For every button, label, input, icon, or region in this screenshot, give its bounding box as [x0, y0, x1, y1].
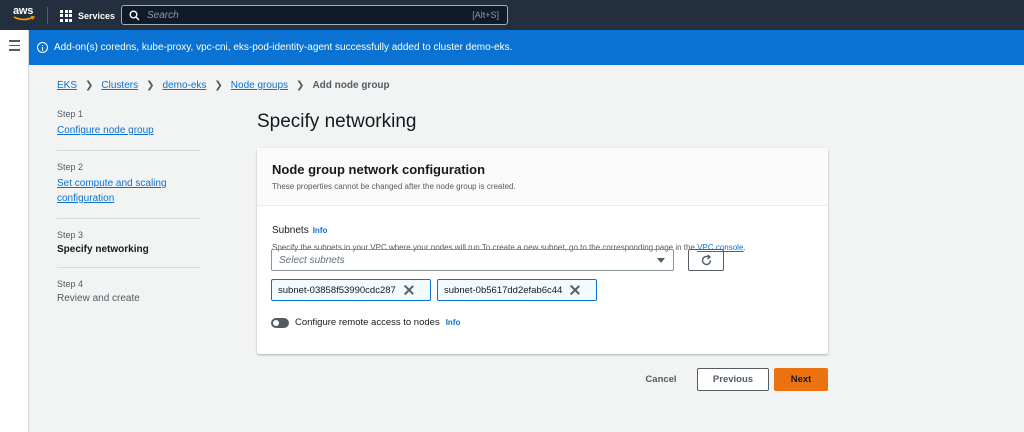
grid-icon [60, 9, 72, 22]
remote-access-label: Configure remote access to nodes [295, 317, 440, 328]
description-period: . [743, 243, 746, 252]
subnets-info-link[interactable]: Info [313, 226, 328, 235]
top-navigation: aws Services Search [Alt+S] [0, 0, 1024, 30]
cancel-button[interactable]: Cancel [636, 370, 686, 390]
aws-smile-icon [13, 16, 35, 21]
panel-header: Node group network configuration These p… [257, 148, 828, 206]
refresh-icon [701, 254, 712, 266]
breadcrumb-demo-eks[interactable]: demo-eks [162, 80, 206, 91]
success-flash-banner: Add-on(s) coredns, kube-proxy, vpc-cni, … [29, 30, 1024, 65]
chevron-right-icon: ❯ [85, 80, 94, 91]
breadcrumb-eks[interactable]: EKS [57, 80, 77, 91]
panel-title: Node group network configuration [272, 162, 486, 177]
next-button[interactable]: Next [774, 368, 828, 391]
step-label-review-create: Review and create [57, 293, 140, 304]
breadcrumb: EKS ❯ Clusters ❯ demo-eks ❯ Node groups … [57, 80, 390, 91]
menu-icon[interactable] [9, 40, 20, 54]
search-input[interactable]: Search [Alt+S] [121, 5, 508, 25]
close-icon[interactable] [570, 285, 580, 295]
remote-access-info-link[interactable]: Info [446, 318, 461, 327]
step-number: Step 2 [57, 162, 84, 172]
subnets-select-placeholder: Select subnets [279, 255, 345, 266]
breadcrumb-clusters[interactable]: Clusters [101, 80, 138, 91]
search-icon [129, 10, 140, 21]
side-navigation-strip [0, 30, 29, 432]
wizard-steps: Step 1 Configure node group Step 2 Set c… [57, 109, 200, 327]
step-number: Step 3 [57, 230, 84, 240]
search-placeholder: Search [147, 10, 179, 21]
breadcrumb-current: Add node group [312, 80, 390, 91]
breadcrumb-node-groups[interactable]: Node groups [231, 80, 288, 91]
panel-description: These properties cannot be changed after… [272, 182, 516, 191]
caret-down-icon [657, 258, 665, 263]
nav-divider [47, 7, 48, 24]
panel-body: Subnets Info Specify the subnets in your … [257, 206, 828, 328]
step-link-configure-node-group[interactable]: Configure node group [57, 123, 200, 138]
subnet-token: subnet-0b5617dd2efab6c44 [437, 279, 597, 301]
wizard-step-4: Step 4 Review and create [57, 279, 200, 316]
services-menu-button[interactable]: Services [60, 8, 115, 23]
network-config-panel: Node group network configuration These p… [257, 148, 828, 354]
previous-button[interactable]: Previous [697, 368, 769, 391]
info-icon [37, 42, 48, 53]
chevron-right-icon: ❯ [146, 80, 155, 91]
remote-access-row: Configure remote access to nodes Info [271, 317, 460, 328]
step-link-compute-scaling[interactable]: Set compute and scaling configuration [57, 176, 200, 206]
services-label: Services [78, 10, 116, 21]
close-icon[interactable] [404, 285, 414, 295]
aws-logo[interactable]: aws [13, 5, 37, 25]
wizard-step-1: Step 1 Configure node group [57, 109, 200, 151]
subnets-select[interactable]: Select subnets [271, 249, 674, 271]
wizard-step-2: Step 2 Set compute and scaling configura… [57, 162, 200, 219]
step-current-specify-networking: Specify networking [57, 244, 149, 255]
search-shortcut: [Alt+S] [472, 10, 499, 20]
refresh-button[interactable] [688, 249, 724, 271]
step-number: Step 4 [57, 279, 84, 289]
wizard-step-3: Step 3 Specify networking [57, 230, 200, 268]
page-title: Specify networking [257, 111, 417, 132]
chevron-right-icon: ❯ [214, 80, 223, 91]
subnet-token-label: subnet-0b5617dd2efab6c44 [444, 284, 563, 296]
chevron-right-icon: ❯ [296, 80, 305, 91]
subnet-token-label: subnet-03858f53990cdc287 [278, 284, 396, 296]
subnets-label: Subnets [272, 225, 309, 236]
flash-message: Add-on(s) coredns, kube-proxy, vpc-cni, … [54, 42, 513, 53]
subnet-token: subnet-03858f53990cdc287 [271, 279, 431, 301]
remote-access-toggle[interactable] [271, 317, 289, 328]
step-number: Step 1 [57, 109, 84, 119]
